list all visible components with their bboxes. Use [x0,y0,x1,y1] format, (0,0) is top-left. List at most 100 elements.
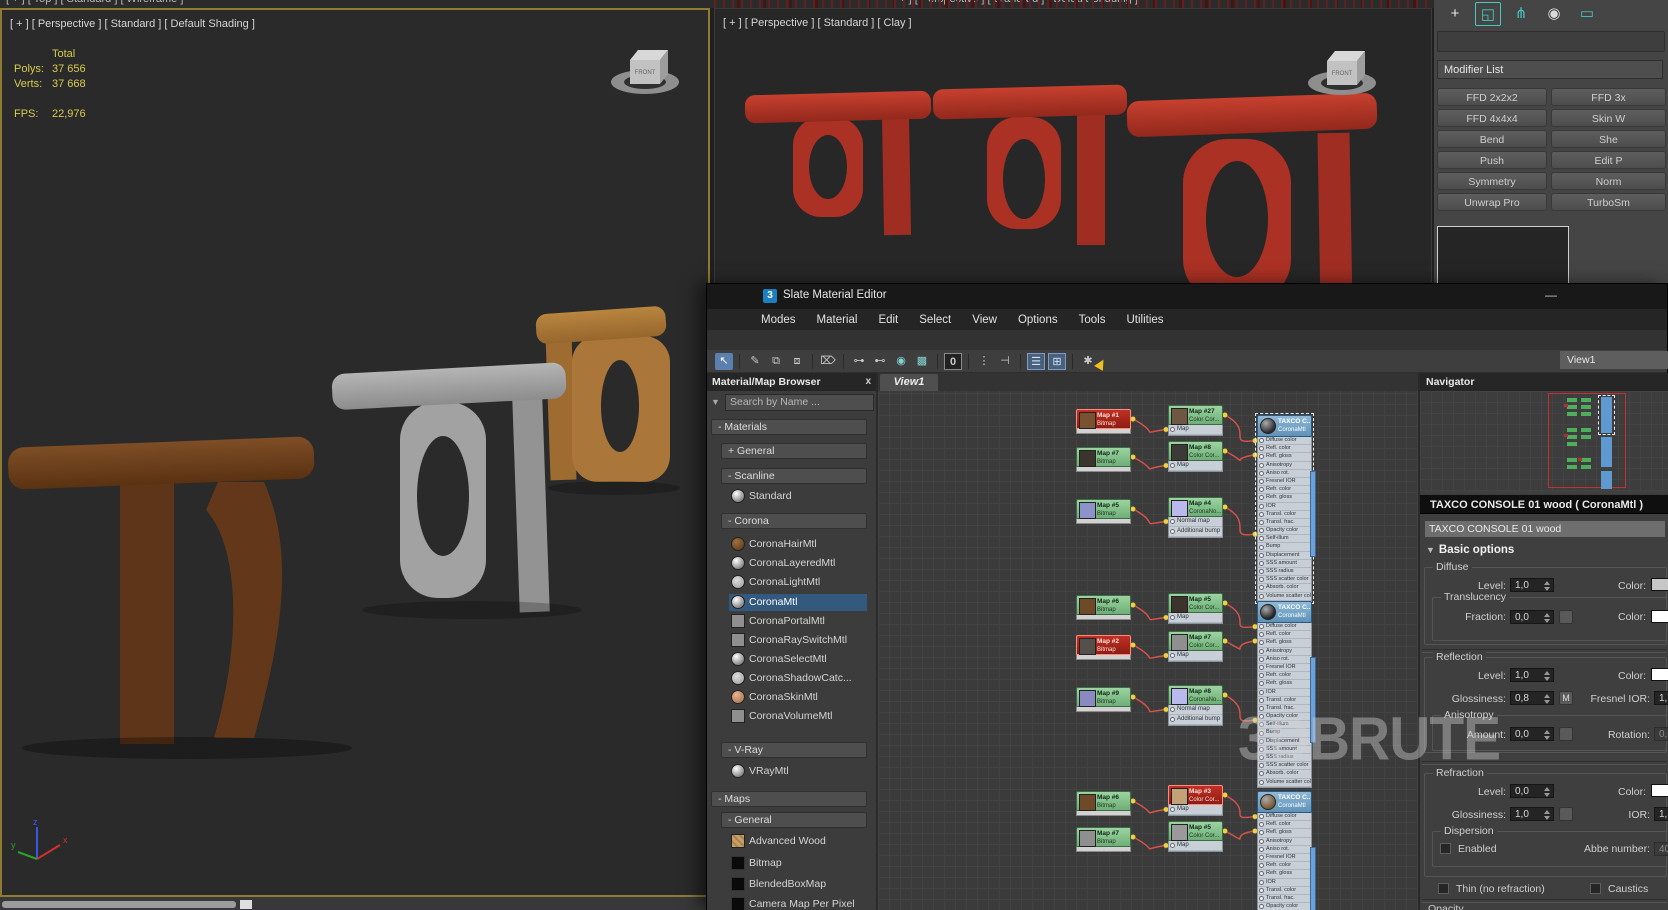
menu-view[interactable]: View [972,314,997,326]
node-map-7-11[interactable]: Map #7Color Cor...Map [1168,631,1223,662]
modifier-button-norm[interactable]: Norm [1551,172,1666,190]
node-map-6-7[interactable]: Map #6Bitmap [1076,595,1131,620]
translucency-color-swatch[interactable] [1651,610,1668,623]
horizontal-scrollbar[interactable] [2,901,236,908]
delete-selected-icon[interactable]: ⌦ [819,353,837,370]
node-slot[interactable]: IOR [1258,503,1311,511]
node-slot[interactable]: Refr. color [1258,486,1311,494]
node-slot[interactable]: Diffuse color [1258,623,1311,631]
browser-item-coronahairmtl[interactable]: CoronaHairMtl [729,536,867,553]
glossiness-spinner[interactable]: 0,8 [1510,691,1554,705]
pan-tool-icon[interactable]: ✱ [1079,353,1097,370]
refraction-level-spinner[interactable]: 0,0 [1510,784,1554,798]
browser-group--scanline[interactable]: - Scanline [721,468,867,484]
menu-material[interactable]: Material [817,314,858,326]
navigator-minimap[interactable] [1420,391,1668,491]
console-table-walnut[interactable] [7,436,352,759]
node-slot[interactable]: Map [1169,425,1222,435]
node-slot[interactable]: Normal map [1169,517,1222,527]
modifier-button-ffd-3x[interactable]: FFD 3x [1551,88,1666,106]
reflection-level-spinner[interactable]: 1,0 [1510,668,1554,682]
browser-item-coronaskinmtl[interactable]: CoronaSkinMtl [729,689,867,706]
clay-table-2[interactable] [933,84,1128,245]
abbe-number-spinner[interactable]: 40, [1654,842,1668,856]
browser-item-coronamtl[interactable]: CoronaMtl [729,594,867,611]
node-slot[interactable]: IOR [1258,879,1311,887]
node-map-8-12[interactable]: Map #8CoronaNo...Normal mapAdditional bu… [1168,685,1223,726]
node-slot[interactable]: Opacity color [1258,713,1311,721]
node-slot[interactable]: Refl. color [1258,821,1311,829]
glossiness-map-button[interactable]: M [1559,691,1573,705]
put-material-to-scene-icon[interactable]: ⧉ [767,353,785,370]
modifier-button-turbosm[interactable]: TurboSm [1551,193,1666,211]
diffuse-level-spinner[interactable]: 1,0 [1510,578,1554,592]
node-slot[interactable]: Self-illum [1258,721,1311,729]
refraction-color-swatch[interactable] [1651,784,1668,797]
node-taxco-c--13[interactable]: TAXCO C...CoronaMtlDiffuse colorRefl. co… [1257,601,1312,788]
node-slot[interactable]: Anisotropy [1258,462,1311,470]
node-view[interactable]: View1 Map #1BitmapMap #7BitmapMap #5Bitm… [878,373,1418,910]
node-slot[interactable]: SSS radius [1258,568,1311,576]
browser-item-camera-map-per-pixel[interactable]: Camera Map Per Pixel [729,896,867,910]
node-slot[interactable]: Refr. gloss [1258,680,1311,688]
time-slider-handle[interactable] [240,900,252,909]
editor-titlebar[interactable]: 3 Slate Material Editor — [707,284,1667,309]
ior-spinner[interactable]: 1,5 [1654,807,1668,821]
node-map-7-1[interactable]: Map #7Bitmap [1076,447,1131,472]
node-slot[interactable]: Self-illum [1258,535,1311,543]
node-map-3-16[interactable]: Map #3Color Cor...Map [1168,785,1223,816]
node-slot[interactable]: Refl. color [1258,445,1311,453]
browser-item-coronarayswitchmtl[interactable]: CoronaRaySwitchMtl [729,632,867,649]
pick-material-from-object-icon[interactable]: ✎ [746,353,764,370]
menu-tools[interactable]: Tools [1079,314,1106,326]
browser-item-coronashadowcatc-[interactable]: CoronaShadowCatc... [729,670,867,687]
node-map-5-17[interactable]: Map #5Color Cor...Map [1168,821,1223,852]
node-map-5-2[interactable]: Map #5Bitmap [1076,499,1131,524]
browser-item-blendedboxmap[interactable]: BlendedBoxMap [729,876,867,893]
menu-select[interactable]: Select [919,314,951,326]
node-slot[interactable]: Transl. color [1258,887,1311,895]
console-table-gray[interactable] [331,362,582,619]
node-slot[interactable]: Volume scatter color [1258,593,1311,601]
node-slot[interactable]: Transl. color [1258,697,1311,705]
node-slot[interactable]: Refr. gloss [1258,870,1311,878]
browser-item-coronalayeredmtl[interactable]: CoronaLayeredMtl [729,555,867,572]
node-slot[interactable]: Transl. color [1258,511,1311,519]
modifier-button-ffd-4x4x4[interactable]: FFD 4x4x4 [1437,109,1547,127]
node-slot[interactable]: Refr. color [1258,672,1311,680]
modifier-list-dropdown[interactable]: Modifier List [1437,60,1663,79]
browser-group--v-ray[interactable]: - V-Ray [721,742,867,758]
translucency-map-button[interactable] [1559,610,1573,624]
menu-modes[interactable]: Modes [761,314,796,326]
align-vertical-icon[interactable]: ⋮ [975,353,993,370]
node-slot[interactable]: Anisotropy [1258,648,1311,656]
node-slot[interactable]: SSS amount [1258,746,1311,754]
node-slot[interactable]: Fresnel IOR [1258,664,1311,672]
modifier-button-skin-w[interactable]: Skin W [1551,109,1666,127]
viewport-perspective-shaded[interactable]: [ + ] [ Perspective ] [ Standard ] [ Def… [0,8,710,897]
enabled-checkbox[interactable] [1440,843,1451,854]
browser-group--corona[interactable]: - Corona [721,513,867,529]
node-map-2-8[interactable]: Map #2Bitmap [1076,635,1131,660]
node-slot[interactable]: Opacity color [1258,903,1311,910]
node-slot[interactable]: Refl. gloss [1258,453,1311,461]
diffuse-color-swatch[interactable] [1651,578,1668,591]
console-table-oak[interactable] [535,306,680,495]
node-map-7-15[interactable]: Map #7Bitmap [1076,827,1131,852]
node-slot[interactable]: Opacity color [1258,527,1311,535]
node-slot[interactable]: SSS scatter color [1258,762,1311,770]
show-background-icon[interactable]: ▩ [913,353,931,370]
fraction-spinner[interactable]: 0,0 [1510,610,1554,624]
node-slot[interactable]: Refr. color [1258,862,1311,870]
move-children-icon[interactable]: ⊶ [850,353,868,370]
clay-table-1[interactable] [745,91,932,236]
node-slot[interactable]: Aniso rot. [1258,656,1311,664]
node-scrollbar[interactable] [1310,471,1316,557]
browser-header[interactable]: Material/Map Browser [707,373,876,391]
browser-item-coronalightmtl[interactable]: CoronaLightMtl [729,574,867,591]
node-slot[interactable]: Diffuse color [1258,813,1311,821]
node-slot[interactable]: SSS radius [1258,754,1311,762]
node-slot[interactable]: Transl. frac. [1258,895,1311,903]
caustics-checkbox[interactable] [1590,883,1601,894]
node-map-6-14[interactable]: Map #6Bitmap [1076,791,1131,816]
